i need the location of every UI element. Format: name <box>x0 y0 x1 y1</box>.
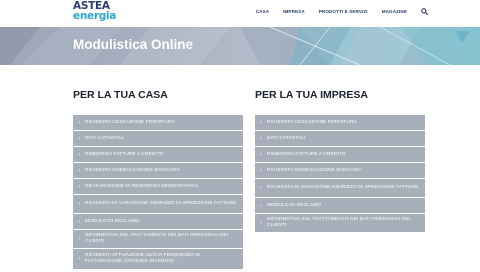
main-nav: CASA IMPRESA PRODOTTI E SERVIZI MAGAZINE <box>256 8 428 15</box>
form-link-cessazione-fornitura[interactable]: › RICHIESTA CESSAZIONE FORNITURA <box>73 115 243 131</box>
form-link-label: RICHIESTA DI VARIAZIONE INDIRIZZO DI SPE… <box>85 201 237 206</box>
form-link-label: DATI CATASTALI <box>267 135 306 141</box>
chevron-right-icon: › <box>260 119 262 126</box>
chevron-right-icon: › <box>78 135 80 142</box>
chevron-right-icon: › <box>78 201 80 207</box>
chevron-right-icon: › <box>78 256 80 262</box>
nav-item-casa[interactable]: CASA <box>256 9 269 14</box>
form-link-variazione-indirizzo[interactable]: › RICHIESTA DI VARIAZIONE INDIRIZZO DI S… <box>255 179 425 198</box>
section-heading-impresa: PER LA TUA IMPRESA <box>255 89 368 101</box>
form-link-domiciliazione-bancaria[interactable]: › RICHIESTA DOMICILIAZIONE BANCARIA <box>73 163 243 179</box>
form-link-rimborso-fatture[interactable]: › RIMBORSO FATTURE A CREDITO <box>73 147 243 163</box>
form-link-label: RICHIESTA DI VARIAZIONE INDIRIZZO DI SPE… <box>267 185 419 190</box>
form-link-label: DATI CATASTALI <box>85 135 124 141</box>
chevron-right-icon: › <box>260 167 262 174</box>
form-link-label: RICHIESTA ATTIVAZIONE NUOVA FREQUENZA DI… <box>85 253 201 264</box>
form-link-dati-catastali[interactable]: › DATI CATASTALI <box>73 131 243 147</box>
hero-decorative-pattern <box>0 27 480 65</box>
form-link-frequenza-fatturazione[interactable]: › RICHIESTA ATTIVAZIONE NUOVA FREQUENZA … <box>73 249 243 270</box>
form-list-casa: › RICHIESTA CESSAZIONE FORNITURA › DATI … <box>73 115 243 270</box>
section-casa: PER LA TUA CASA › RICHIESTA CESSAZIONE F… <box>73 88 243 270</box>
chevron-right-icon: › <box>78 151 80 158</box>
chevron-right-icon: › <box>260 202 262 209</box>
page-title: Modulistica Online <box>73 37 194 52</box>
form-link-label: RIMBORSO FATTURE A CREDITO <box>85 151 164 157</box>
chevron-right-icon: › <box>260 220 262 226</box>
nav-item-magazine[interactable]: MAGAZINE <box>382 9 407 14</box>
chevron-right-icon: › <box>260 185 262 191</box>
logo-line-energia: energia <box>73 9 116 22</box>
form-link-cessazione-fornitura[interactable]: › RICHIESTA CESSAZIONE FORNITURA <box>255 115 425 131</box>
form-link-label: RICHIESTA DOMICILIAZIONE BANCARIA <box>267 167 362 173</box>
site-header: ASTEA energia CASA IMPRESA PRODOTTI E SE… <box>0 0 480 27</box>
form-link-modulo-reclamo[interactable]: › MODULO DI RECLAMO <box>73 214 243 230</box>
chevron-right-icon: › <box>78 236 80 242</box>
form-link-label: RIMBORSO FATTURE A CREDITO <box>267 151 346 157</box>
form-link-label: RICHIESTA CESSAZIONE FORNITURA <box>267 119 357 125</box>
form-link-rimborso-fatture[interactable]: › RIMBORSO FATTURE A CREDITO <box>255 147 425 163</box>
nav-item-prodotti-e-servizi[interactable]: PRODOTTI E SERVIZI <box>319 9 368 14</box>
chevron-right-icon: › <box>260 151 262 158</box>
section-impresa: PER LA TUA IMPRESA › RICHIESTA CESSAZION… <box>255 88 425 233</box>
chevron-right-icon: › <box>78 119 80 126</box>
chevron-right-icon: › <box>78 167 80 174</box>
form-link-label: MODULO DI RECLAMO <box>85 218 140 224</box>
form-link-residenza-demografica[interactable]: › DICHIARAZIONE DI RESIDENZA DEMOGRAFICA <box>73 179 243 195</box>
chevron-right-icon: › <box>260 135 262 142</box>
chevron-right-icon: › <box>78 183 80 190</box>
form-link-informativa-dati[interactable]: › INFORMATIVA SUL TRATTAMENTO DEI DATI P… <box>73 230 243 249</box>
form-link-modulo-reclamo[interactable]: › MODULO DI RECLAMO <box>255 198 425 214</box>
search-icon[interactable] <box>421 8 428 15</box>
astea-energia-logo[interactable]: ASTEA energia <box>73 1 116 21</box>
nav-item-impresa[interactable]: IMPRESA <box>283 9 305 14</box>
form-link-domiciliazione-bancaria[interactable]: › RICHIESTA DOMICILIAZIONE BANCARIA <box>255 163 425 179</box>
form-link-label: RICHIESTA CESSAZIONE FORNITURA <box>85 119 175 125</box>
form-link-label: RICHIESTA DOMICILIAZIONE BANCARIA <box>85 167 180 173</box>
section-heading-casa: PER LA TUA CASA <box>73 89 168 101</box>
form-link-informativa-dati[interactable]: › INFORMATIVA SUL TRATTAMENTO DEI DATI P… <box>255 214 425 233</box>
form-link-variazione-indirizzo[interactable]: › RICHIESTA DI VARIAZIONE INDIRIZZO DI S… <box>73 195 243 214</box>
form-list-impresa: › RICHIESTA CESSAZIONE FORNITURA › DATI … <box>255 115 425 233</box>
form-link-dati-catastali[interactable]: › DATI CATASTALI <box>255 131 425 147</box>
form-link-label: MODULO DI RECLAMO <box>267 202 322 208</box>
form-link-label: DICHIARAZIONE DI RESIDENZA DEMOGRAFICA <box>85 183 199 189</box>
hero-banner: Modulistica Online <box>0 27 480 65</box>
chevron-right-icon: › <box>78 218 80 225</box>
form-link-label: INFORMATIVA SUL TRATTAMENTO DEI DATI PER… <box>85 233 229 244</box>
form-link-label: INFORMATIVA SUL TRATTAMENTO DEI DATI PER… <box>267 217 411 228</box>
